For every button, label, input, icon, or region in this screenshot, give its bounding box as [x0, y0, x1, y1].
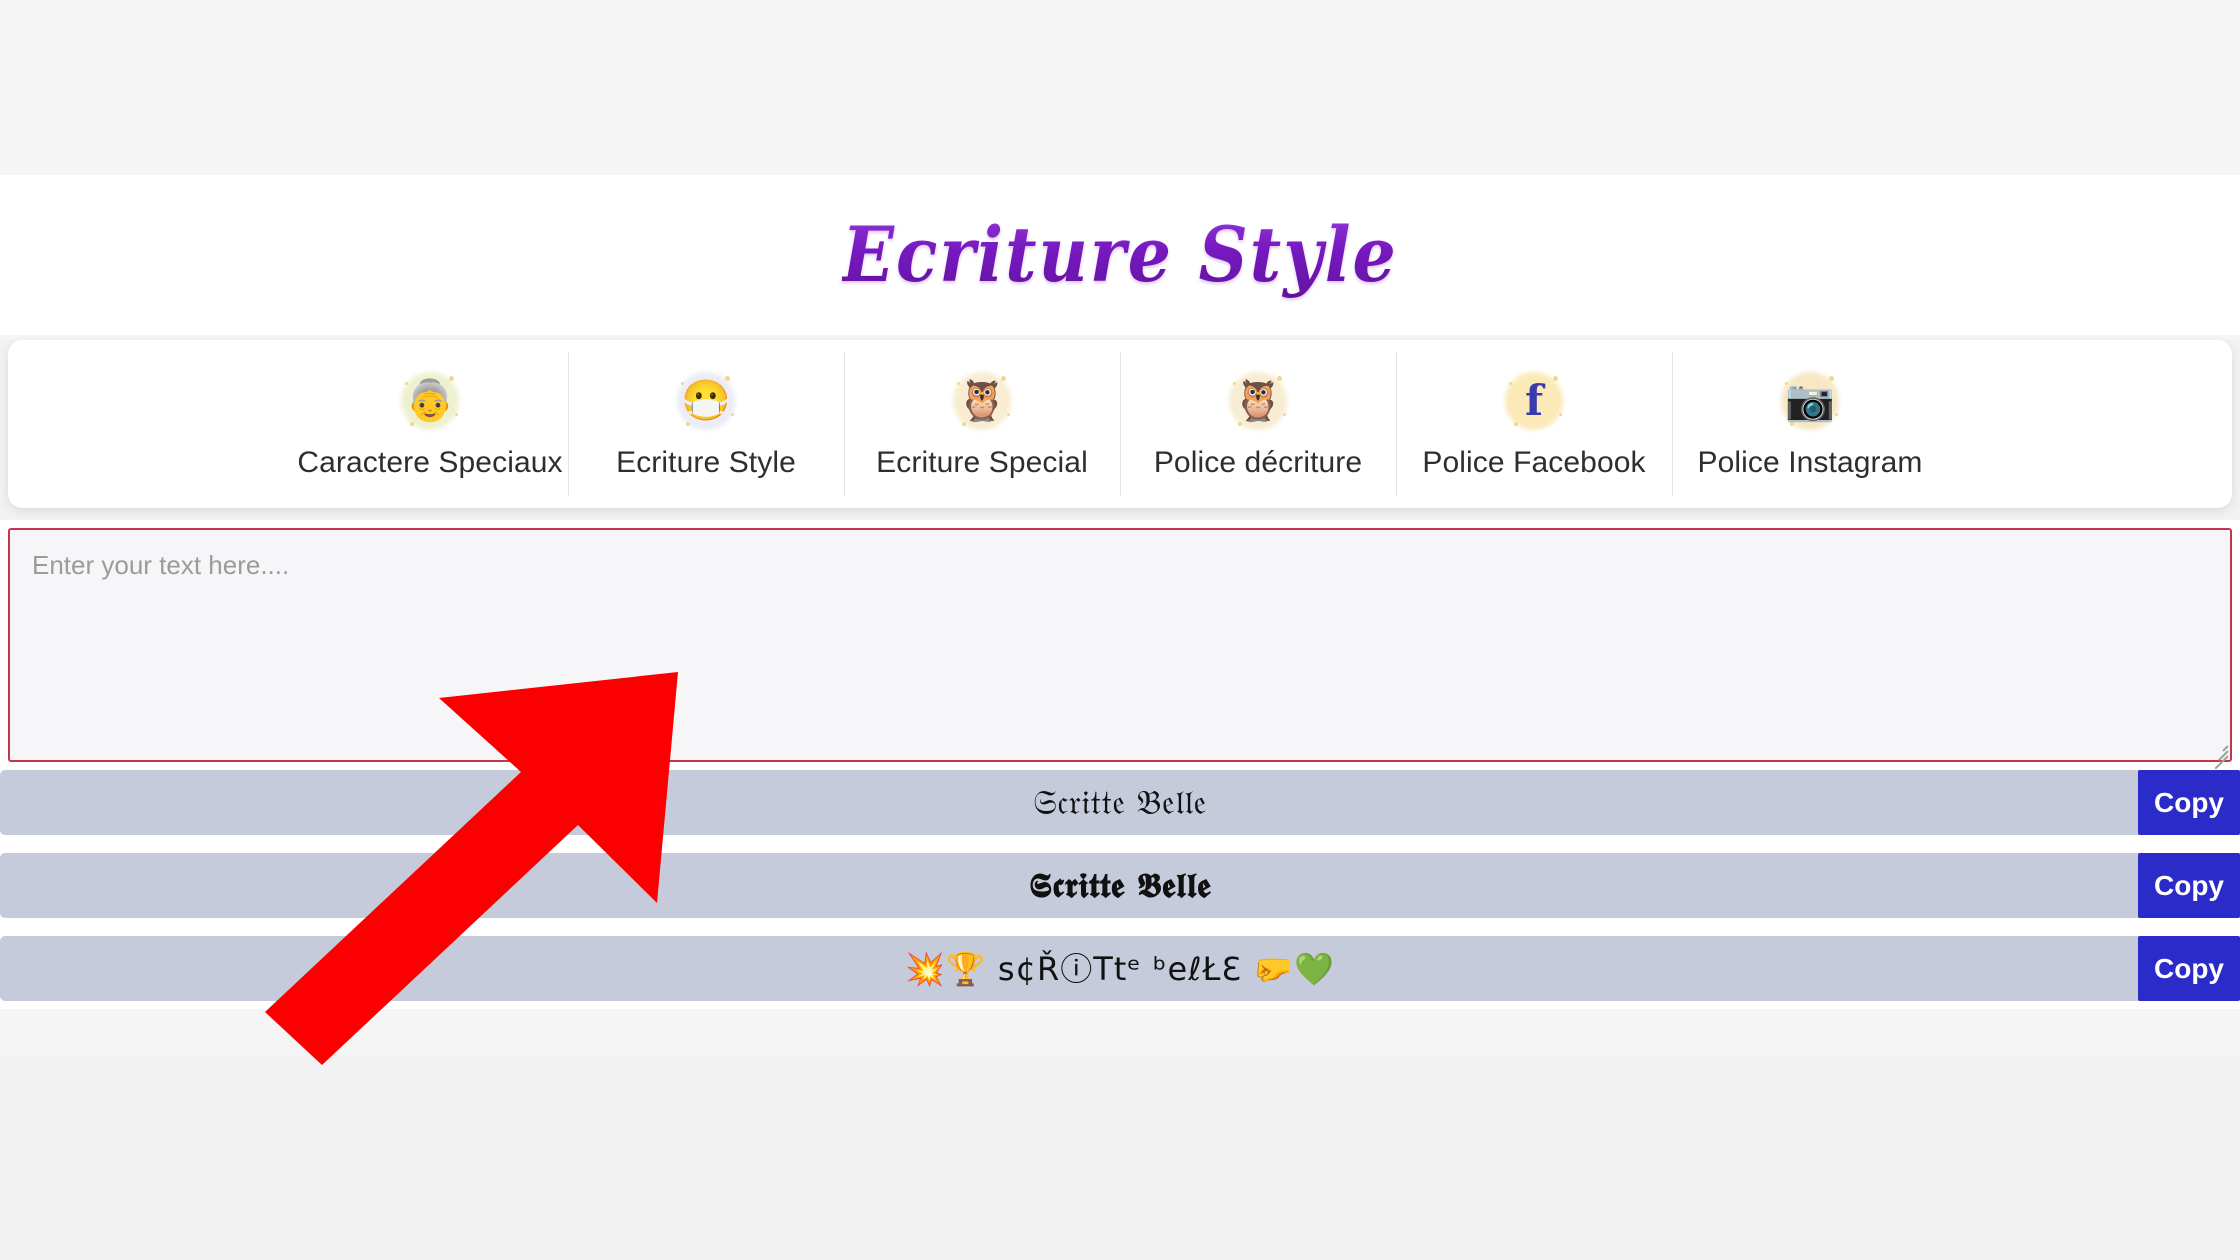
nav-item-label: Police Instagram	[1697, 446, 1923, 479]
site-header: Ecriture Style	[0, 175, 2240, 335]
nav-item-police-decriture[interactable]: 🦉 Police décriture	[1120, 340, 1396, 508]
page-root: Ecriture Style 👵 Caractere Speciaux 😷 Ec…	[0, 0, 2240, 1260]
green-owl-icon: 🦉	[951, 370, 1013, 432]
table-row: 𝔖𝔠𝔯𝔦𝔱𝔱𝔢 𝔅𝔢𝔩𝔩𝔢 Copy	[0, 770, 2240, 835]
nav-item-police-instagram[interactable]: 📷 Police Instagram	[1672, 340, 1948, 508]
nav-item-label: Ecriture Special	[876, 446, 1088, 479]
nav-item-label: Caractere Speciaux	[297, 446, 563, 479]
page-title: Ecriture Style	[842, 210, 1398, 300]
styled-text-output[interactable]: 💥🏆 s¢ŘⓘTtᵉ ᵇeℓŁƐ 🤛💚	[905, 953, 1335, 985]
nav-icon-glyph: 🦉	[957, 379, 1007, 423]
editor-section	[0, 520, 2240, 770]
page-footer-space	[0, 1055, 2240, 1260]
older-woman-icon: 👵	[399, 370, 461, 432]
nav-icon-glyph: 👵	[405, 379, 455, 423]
nav-section: 👵 Caractere Speciaux 😷 Ecriture Style 🦉	[0, 340, 2240, 520]
nav-item-label: Ecriture Style	[616, 446, 796, 479]
facebook-icon: f	[1503, 370, 1565, 432]
nav-item-label: Police Facebook	[1422, 446, 1646, 479]
nav-icon-glyph: 📷	[1785, 379, 1835, 423]
nav-icon-glyph: 😷	[681, 379, 731, 423]
nav-card: 👵 Caractere Speciaux 😷 Ecriture Style 🦉	[8, 340, 2232, 508]
top-blank-band	[0, 0, 2240, 175]
nav-item-police-facebook[interactable]: f Police Facebook	[1396, 340, 1672, 508]
nav-item-label: Police décriture	[1153, 446, 1363, 479]
nav-item-caractere-speciaux[interactable]: 👵 Caractere Speciaux	[292, 340, 568, 508]
text-input[interactable]	[8, 528, 2232, 762]
table-row: 💥🏆 s¢ŘⓘTtᵉ ᵇeℓŁƐ 🤛💚 Copy	[0, 936, 2240, 1001]
nav-icon-glyph: 🦉	[1233, 379, 1283, 423]
nav-item-ecriture-special[interactable]: 🦉 Ecriture Special	[844, 340, 1120, 508]
styled-text-output[interactable]: 𝔖𝔠𝔯𝔦𝔱𝔱𝔢 𝔅𝔢𝔩𝔩𝔢	[1033, 786, 1207, 820]
instagram-camera-icon: 📷	[1779, 370, 1841, 432]
stormtrooper-face-icon: 😷	[675, 370, 737, 432]
copy-button[interactable]: Copy	[2138, 936, 2240, 1001]
results-list: 𝔖𝔠𝔯𝔦𝔱𝔱𝔢 𝔅𝔢𝔩𝔩𝔢 Copy 𝕾𝖈𝖗𝖎𝖙𝖙𝖊 𝕭𝖊𝖑𝖑𝖊 Copy 💥🏆…	[0, 770, 2240, 1009]
styled-text-output[interactable]: 𝕾𝖈𝖗𝖎𝖙𝖙𝖊 𝕭𝖊𝖑𝖑𝖊	[1029, 869, 1211, 903]
nav-item-ecriture-style[interactable]: 😷 Ecriture Style	[568, 340, 844, 508]
copy-button[interactable]: Copy	[2138, 770, 2240, 835]
copy-button[interactable]: Copy	[2138, 853, 2240, 918]
green-owl-icon: 🦉	[1227, 370, 1289, 432]
nav-icon-glyph: f	[1524, 376, 1544, 425]
table-row: 𝕾𝖈𝖗𝖎𝖙𝖙𝖊 𝕭𝖊𝖑𝖑𝖊 Copy	[0, 853, 2240, 918]
